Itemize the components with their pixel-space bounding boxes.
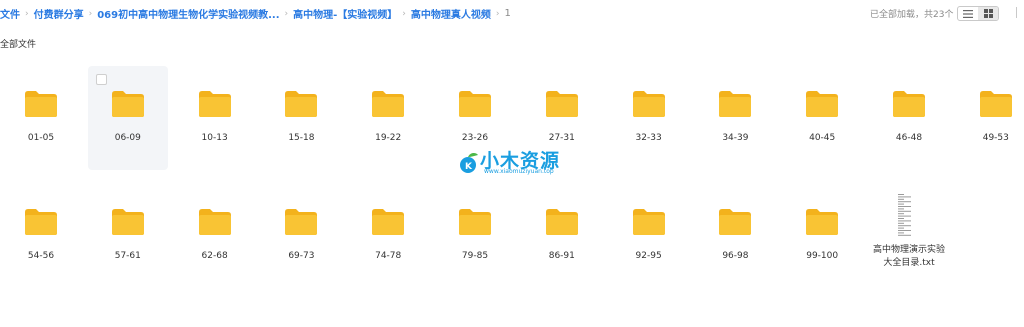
folder-icon: [458, 206, 492, 238]
folder-item[interactable]: 32-33: [609, 66, 689, 170]
folder-item[interactable]: 99-100: [782, 184, 862, 288]
folder-icon: [979, 88, 1013, 120]
file-grid: 01-05 06-09 10-13 15-18 19-22 23-26 27-31 32-33…: [0, 66, 1024, 306]
breadcrumb-separator-icon: ›: [495, 8, 500, 19]
view-toggle: [957, 6, 999, 21]
folder-item[interactable]: 86-91: [522, 184, 602, 288]
breadcrumb: 文件 › 付费群分享 › 069初中高中物理生物化学实验视频教... › 高中物…: [0, 6, 511, 21]
file-name-label: 01-05: [27, 133, 55, 143]
folder-icon: [284, 88, 318, 120]
select-checkbox[interactable]: [95, 74, 107, 85]
list-view-button[interactable]: [958, 7, 978, 20]
file-name-label: 79-85: [461, 251, 489, 261]
folder-item[interactable]: 34-39: [695, 66, 775, 170]
file-name-label: 69-73: [288, 251, 315, 261]
breadcrumb-item-current: 1: [504, 8, 511, 19]
watermark-logo: K 小木资源 www.xiaomuziyuan.top: [458, 146, 598, 182]
breadcrumb-item-experiments[interactable]: 高中物理-【实验视频】: [293, 6, 397, 21]
file-name-label: 40-45: [809, 133, 836, 143]
folder-icon: [545, 206, 579, 238]
watermark-url: www.xiaomuziyuan.top: [484, 168, 554, 175]
folder-icon: [632, 206, 666, 238]
folder-item[interactable]: 06-09: [87, 66, 168, 170]
file-name-label: 96-98: [722, 251, 749, 261]
file-name-label: 32-33: [635, 133, 662, 143]
folder-icon: [24, 88, 58, 120]
folder-icon: [458, 88, 492, 120]
section-title: 全部文件: [0, 40, 37, 50]
folder-icon: [284, 206, 318, 238]
file-item-txt[interactable]: 高中物理演示实验大全目录.txt: [869, 184, 949, 288]
folder-icon: [111, 206, 145, 238]
folder-icon: [371, 206, 405, 238]
folder-icon: [111, 88, 145, 120]
breadcrumb-item-live-videos[interactable]: 高中物理真人视频: [411, 6, 491, 21]
grid-view-button[interactable]: [978, 7, 998, 20]
breadcrumb-item-course[interactable]: 069初中高中物理生物化学实验视频教...: [97, 6, 279, 21]
folder-icon: [198, 88, 232, 120]
file-name-label: 10-13: [201, 133, 228, 143]
folder-icon: [24, 206, 58, 238]
folder-icon: [371, 88, 405, 120]
folder-item[interactable]: 40-45: [782, 66, 862, 170]
file-name-label: 19-22: [375, 133, 402, 143]
list-icon: [963, 9, 973, 18]
file-name-label: 74-78: [375, 251, 402, 261]
breadcrumb-separator-icon: ›: [25, 8, 29, 19]
folder-item[interactable]: 01-05: [1, 66, 81, 170]
file-name-label: 高中物理演示实验大全目录.txt: [872, 245, 945, 268]
folder-icon: [718, 88, 752, 120]
folder-item[interactable]: 10-13: [175, 66, 255, 170]
toolbar: 文件 › 付费群分享 › 069初中高中物理生物化学实验视频教... › 高中物…: [0, 0, 1024, 28]
folder-icon: [632, 88, 666, 120]
file-name-label: 62-68: [201, 251, 228, 261]
folder-icon: [718, 206, 752, 238]
more-options-edge[interactable]: [1016, 7, 1024, 18]
file-name-label: 27-31: [548, 133, 575, 143]
folder-item[interactable]: 57-61: [88, 184, 168, 288]
folder-icon: [545, 88, 579, 120]
folder-item[interactable]: 69-73: [261, 184, 341, 288]
folder-icon: [198, 206, 232, 238]
file-name-label: 92-95: [635, 251, 662, 261]
text-file-icon: [892, 192, 926, 238]
folder-item[interactable]: 15-18: [261, 66, 341, 170]
folder-item[interactable]: 54-56: [1, 184, 81, 288]
svg-text:K: K: [465, 162, 473, 172]
folder-item[interactable]: 74-78: [348, 184, 428, 288]
folder-icon: [892, 88, 926, 120]
folder-item[interactable]: 62-68: [175, 184, 255, 288]
breadcrumb-separator-icon: ›: [284, 8, 289, 19]
file-name-label: 23-26: [461, 133, 489, 143]
folder-item[interactable]: 46-48: [869, 66, 949, 170]
watermark-logo-icon: K: [460, 152, 478, 173]
folder-icon: [805, 88, 839, 120]
folder-item[interactable]: 92-95: [609, 184, 689, 288]
folder-icon: [805, 206, 839, 238]
loaded-count-status: 已全部加载，共23个: [870, 10, 954, 20]
breadcrumb-separator-icon: ›: [88, 8, 93, 19]
file-name-label: 99-100: [806, 251, 839, 261]
file-name-label: 46-48: [895, 133, 923, 143]
file-name-label: 49-53: [982, 133, 1009, 143]
file-name-label: 57-61: [114, 251, 141, 261]
breadcrumb-separator-icon: ›: [402, 8, 406, 19]
folder-item[interactable]: 96-98: [695, 184, 775, 288]
breadcrumb-item-files[interactable]: 文件: [0, 6, 20, 21]
file-name-label: 54-56: [27, 251, 55, 261]
breadcrumb-item-shared[interactable]: 付费群分享: [34, 6, 84, 21]
folder-item[interactable]: 19-22: [348, 66, 428, 170]
grid-icon: [983, 9, 993, 18]
file-name-label: 06-09: [114, 133, 141, 143]
folder-item[interactable]: 79-85: [435, 184, 515, 288]
folder-item[interactable]: 49-53: [956, 66, 1024, 170]
file-name-label: 34-39: [722, 133, 749, 143]
file-name-label: 15-18: [288, 133, 315, 143]
file-name-label: 86-91: [548, 251, 575, 261]
